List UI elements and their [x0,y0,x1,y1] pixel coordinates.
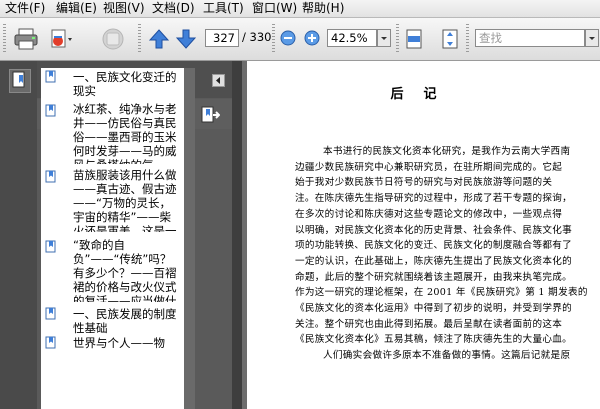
zoom-out-icon[interactable] [280,30,296,46]
toolbar-grip-4[interactable] [396,24,399,54]
body-line: 《民族文化资本化》五易其稿，倾注了陈庆德先生的大量心血。 [295,334,573,346]
bookmark-label: “致命的自负”——“传统”吗？有多少个？——百褶裙的价格与改火仪式的复活——应当… [73,238,177,302]
bookmark-list: 一、民族文化变迁的现实 冰红茶、纯净水与老井——仿民俗与真民俗——墨西哥的玉米何… [41,68,184,409]
bookmark-item[interactable]: 苗族服装该用什么做——真古迹、假古迹——“万物的灵长，宇宙的精华”——柴火还是軍… [41,168,184,232]
page-number-input[interactable]: 327 [205,29,239,47]
bookmark-icon [45,170,56,183]
bookmark-icon [45,70,56,83]
body-line: 在多次的讨论和陈庆德对这些专题论文的修改中，一些观点得 [295,208,563,220]
bookmark-icon [45,307,56,320]
zoom-level-input[interactable]: 42.5% [327,29,377,47]
menu-file[interactable]: 文件(F) [5,1,45,15]
bookmark-label: 苗族服装该用什么做——真古迹、假古迹——“万物的灵长，宇宙的精华”——柴火还是軍… [73,168,177,232]
search-dropdown-button[interactable] [585,29,599,47]
body-line: 命题，此后的整个研究就围绕着该主题展开，由我来执笔完成。 [295,271,573,283]
body-line: 一定的认识，在此基础上，陈庆德先生提出了民族文化资本化的 [295,255,573,267]
menu-bar: 文件(F) 编辑(E) 视图(V) 文档(D) 工具(T) 窗口(W) 帮助(H… [0,0,600,18]
toolbar-grip[interactable] [3,24,6,54]
menu-tools[interactable]: 工具(T) [203,1,244,15]
fit-page-icon[interactable] [440,28,460,50]
bookmark-item[interactable]: 世界与个人——物 [41,334,184,354]
navigation-strip [0,61,37,409]
menu-document[interactable]: 文档(D) [152,1,195,15]
search-input[interactable]: 查找 [475,29,585,47]
fit-width-icon[interactable] [404,28,424,50]
panel-splitter[interactable] [232,61,242,409]
toolbar-grip-3[interactable] [272,24,275,54]
menu-view[interactable]: 视图(V) [103,1,145,15]
body-line: 始于我对少数民族节日符号的研究与对民族旅游等问题的关 [295,177,553,189]
bookmark-label: 世界与个人——物 [73,336,165,350]
bookmark-label: 一、民族发展的制度性基础 [73,307,177,335]
zoom-in-icon[interactable] [304,30,320,46]
bookmark-item[interactable]: 一、民族文化变迁的现实 [41,68,184,102]
body-line: 注。在陈庆德先生指导研究的过程中，形成了若干专题的探询， [295,193,573,205]
body-line: 项的功能转换、民族文化的变迁、民族文化的制度融合等都有了 [295,240,573,252]
body-line: 本书进行的民族文化资本化研究，是我作为云南大学西南 [323,146,571,157]
zoom-dropdown-button[interactable] [377,29,391,47]
next-page-icon[interactable] [175,28,197,50]
bookmark-scrollbar[interactable] [184,68,195,409]
bookmark-label: 一、民族文化变迁的现实 [73,70,177,98]
collapse-panel-icon[interactable] [212,74,225,87]
body-line: 边疆少数民族研究中心兼职研究员，在驻所期间完成的。它起 [295,161,563,173]
bookmark-icon [45,336,56,349]
toolbar: 327 / 330 42.5% 查找 [0,18,600,61]
menu-help[interactable]: 帮助(H) [302,1,344,15]
page-heading: 后记 [390,87,457,102]
menu-edit[interactable]: 编辑(E) [56,1,97,15]
menu-window[interactable]: 窗口(W) [252,1,297,15]
bookmarks-panel-icon[interactable] [9,69,31,93]
toolbar-grip-5[interactable] [466,24,469,54]
body-line: 作为这一研究的理论框架，在 2001 年《民族研究》第 1 期发表的 [295,287,588,299]
bookmark-item[interactable]: “致命的自负”——“传统”吗？有多少个？——百褶裙的价格与改火仪式的复活——应当… [41,238,184,302]
body-line: 《民族文化的资本化运用》中得到了初步的说明，并受到学界的 [295,303,573,315]
body-line: 人们确实会做许多原本不准备做的事情。这篇后记就是原 [323,350,571,362]
body-line: 以明确，对民族文化资本化的历史背景、社会条件、民族文化事 [295,224,573,236]
bookmark-icon [45,240,56,253]
print-icon[interactable] [14,28,38,50]
page-total: / 330 [242,30,272,44]
review-tool-icon[interactable] [100,27,126,51]
bookmark-item[interactable]: 冰红茶、纯净水与老井——仿民俗与真民俗——墨西哥的玉米何时发芽——马的威风与桑塔… [41,102,184,166]
create-document-icon[interactable] [48,28,74,50]
body-line: 关注。整个研究也由此得到拓展。最后呈献在读者面前的这本 [295,318,563,330]
bookmark-label: 冰红茶、纯净水与老井——仿民俗与真民俗——墨西哥的玉米何时发芽——马的威风与桑塔… [73,102,177,164]
bookmark-icon [45,104,56,117]
previous-page-icon[interactable] [148,28,170,50]
document-page: 后记 本书进行的民族文化资本化研究，是我作为云南大学西南 边疆少数民族研究中心兼… [247,61,600,409]
expand-bookmark-icon[interactable] [200,105,221,125]
page-body: 本书进行的民族文化资本化研究，是我作为云南大学西南 边疆少数民族研究中心兼职研究… [295,144,591,364]
toolbar-grip-2[interactable] [138,24,141,54]
